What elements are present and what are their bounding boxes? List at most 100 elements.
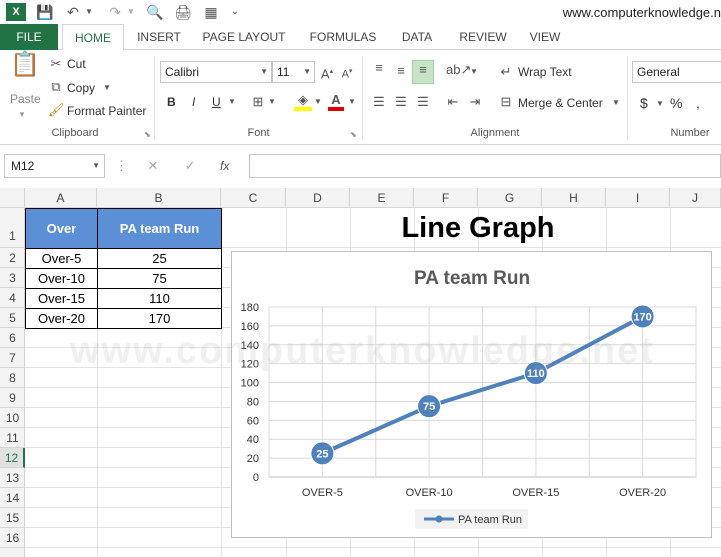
redo-dropdown-icon[interactable]: ▼ — [126, 3, 136, 21]
number-format-select[interactable]: General — [632, 61, 721, 83]
print-preview-icon[interactable]: 🔍 — [146, 3, 164, 21]
row-header[interactable]: 6 — [0, 328, 25, 348]
font-color-icon[interactable]: A — [328, 91, 344, 111]
column-header[interactable]: G — [478, 188, 542, 208]
enter-icon[interactable]: ✓ — [181, 157, 199, 175]
fill-color-dropdown-icon[interactable]: ▼ — [314, 93, 322, 111]
font-name-select[interactable]: Calibri ▼ — [160, 61, 272, 83]
column-header[interactable]: A — [25, 188, 97, 208]
table-cell[interactable]: Over-10 — [25, 268, 98, 289]
tab-view[interactable]: VIEW — [522, 24, 568, 50]
row-header[interactable]: 8 — [0, 368, 25, 388]
line-chart[interactable]: PA team Run 0 20 40 60 80 100 120 140 160 180 OVER-… — [231, 251, 712, 538]
redo-icon[interactable]: ↷ — [106, 3, 124, 21]
decrease-font-icon[interactable]: A▾ — [340, 63, 354, 84]
format-painter-icon[interactable]: 🖌 — [48, 101, 65, 119]
tab-home[interactable]: HOME — [62, 24, 124, 51]
format-painter-button[interactable]: Format Painter — [67, 102, 146, 120]
row-header[interactable]: 13 — [0, 468, 25, 488]
borders-icon[interactable]: ⊞ — [250, 93, 266, 111]
align-left-icon[interactable]: ☰ — [370, 93, 388, 111]
paste-icon[interactable]: 📋 — [10, 53, 40, 86]
bold-button[interactable]: B — [167, 93, 176, 111]
tab-review[interactable]: REVIEW — [452, 24, 514, 50]
row-header[interactable]: 15 — [0, 508, 25, 528]
cancel-icon[interactable]: ✕ — [144, 157, 162, 175]
increase-indent-icon[interactable]: ⇥ — [466, 93, 484, 111]
decrease-indent-icon[interactable]: ⇤ — [444, 93, 462, 111]
increase-font-icon[interactable]: A▴ — [320, 63, 334, 83]
clipboard-launcher-icon[interactable]: ⬊ — [144, 126, 151, 144]
row-header[interactable]: 5 — [0, 308, 25, 328]
row-header[interactable]: 4 — [0, 288, 25, 308]
wrap-text-icon[interactable]: ↵ — [498, 63, 514, 81]
row-header[interactable]: 9 — [0, 388, 25, 408]
table-header-cell[interactable]: Over — [25, 208, 98, 249]
font-launcher-icon[interactable]: ⬊ — [350, 126, 357, 144]
customize-qat-icon[interactable]: ⌄ — [230, 3, 240, 21]
table-cell[interactable]: 170 — [97, 308, 222, 329]
insert-function-button[interactable]: fx — [220, 157, 229, 175]
row-header[interactable]: 11 — [0, 428, 25, 448]
fill-color-icon[interactable]: ◈ — [294, 91, 312, 111]
copy-button[interactable]: Copy — [67, 79, 95, 97]
undo-icon[interactable]: ↶ — [64, 3, 82, 21]
table-cell[interactable]: 25 — [97, 248, 222, 269]
row-header[interactable]: 1 — [0, 208, 25, 248]
row-header[interactable]: 10 — [0, 408, 25, 428]
undo-dropdown-icon[interactable]: ▼ — [84, 3, 94, 21]
row-header[interactable]: 2 — [0, 248, 25, 268]
row-header[interactable]: 3 — [0, 268, 25, 288]
align-bottom-icon[interactable]: ≡ — [412, 60, 434, 84]
merge-center-icon[interactable]: ⊟ — [498, 93, 514, 111]
row-header[interactable]: 14 — [0, 488, 25, 508]
currency-button[interactable]: $ — [640, 94, 648, 112]
tab-page-layout[interactable]: PAGE LAYOUT — [195, 24, 293, 50]
tab-insert[interactable]: INSERT — [130, 24, 188, 50]
row-header[interactable]: 7 — [0, 348, 25, 368]
row-header[interactable]: 16 — [0, 528, 25, 548]
table-cell[interactable]: 110 — [97, 288, 222, 309]
column-header[interactable]: J — [670, 188, 721, 208]
orientation-dropdown-icon[interactable]: ▼ — [470, 63, 478, 81]
wrap-text-button[interactable]: Wrap Text — [518, 63, 572, 81]
quick-print-icon[interactable]: 🖨 — [174, 3, 192, 21]
column-header[interactable]: I — [606, 188, 670, 208]
font-color-dropdown-icon[interactable]: ▼ — [348, 93, 356, 111]
table-cell[interactable]: 75 — [97, 268, 222, 289]
cut-icon[interactable]: ✂ — [48, 55, 64, 73]
cut-button[interactable]: Cut — [67, 55, 86, 73]
column-header[interactable]: B — [97, 188, 221, 208]
column-header[interactable]: E — [350, 188, 414, 208]
row-header[interactable]: 12 — [0, 448, 25, 468]
currency-dropdown-icon[interactable]: ▼ — [656, 95, 664, 113]
column-header[interactable]: H — [542, 188, 606, 208]
table-cell[interactable]: Over-15 — [25, 288, 98, 309]
underline-button[interactable]: U — [212, 93, 221, 111]
column-header[interactable]: F — [414, 188, 478, 208]
borders-dropdown-icon[interactable]: ▼ — [268, 93, 276, 111]
align-top-icon[interactable]: ≡ — [370, 59, 388, 77]
percent-button[interactable]: % — [670, 94, 682, 112]
align-center-icon[interactable]: ☰ — [392, 93, 410, 111]
merge-dropdown-icon[interactable]: ▼ — [612, 94, 620, 112]
formula-input[interactable] — [249, 154, 721, 178]
comma-style-icon[interactable]: , — [696, 94, 700, 112]
paste-dropdown-icon[interactable]: ▼ — [18, 106, 26, 124]
copy-dropdown-icon[interactable]: ▼ — [103, 79, 111, 97]
format-table-icon[interactable]: ▦ — [202, 3, 220, 21]
select-all-corner[interactable] — [0, 188, 25, 208]
font-size-select[interactable]: 11 ▼ — [272, 61, 315, 83]
table-cell[interactable]: Over-20 — [25, 308, 98, 329]
orientation-icon[interactable]: ab↗ — [446, 61, 471, 79]
align-right-icon[interactable]: ☰ — [414, 93, 432, 111]
merge-center-button[interactable]: Merge & Center — [518, 94, 603, 112]
italic-button[interactable]: I — [192, 93, 195, 111]
table-cell[interactable]: Over-5 — [25, 248, 98, 269]
more-options-icon[interactable]: ⋮ — [115, 157, 128, 175]
copy-icon[interactable]: ⧉ — [48, 78, 64, 96]
column-header[interactable]: C — [221, 188, 286, 208]
save-icon[interactable]: 💾 — [36, 3, 54, 21]
name-box[interactable]: M12 ▼ — [4, 154, 105, 178]
table-header-cell[interactable]: PA team Run — [97, 208, 222, 249]
